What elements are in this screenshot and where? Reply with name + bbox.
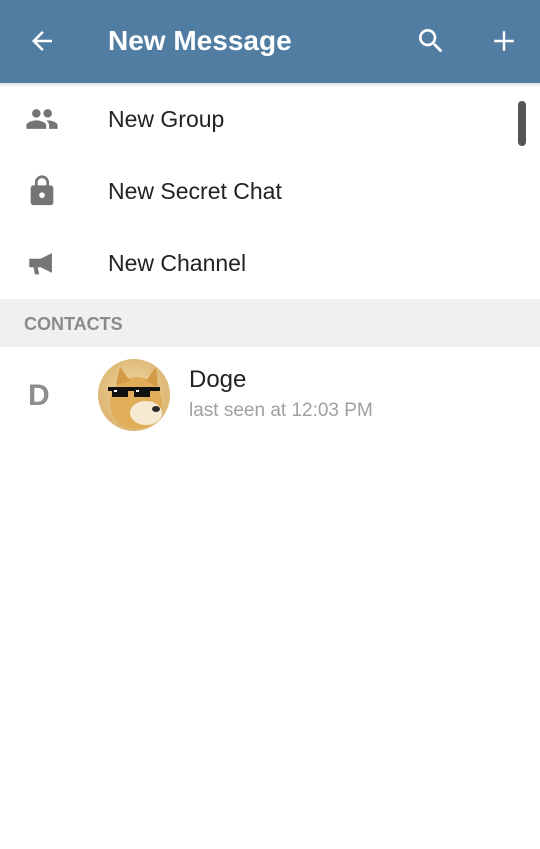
contact-name: Doge (189, 366, 247, 393)
new-group-label: New Group (108, 106, 225, 132)
contact-status: last seen at 12:03 PM (189, 400, 373, 421)
new-secret-chat-item[interactable]: New Secret Chat (0, 155, 540, 227)
new-channel-label: New Channel (108, 250, 247, 276)
group-icon (22, 101, 62, 137)
search-icon (419, 29, 443, 53)
new-message-screen: New Message New Group New Secret Chat Ne… (0, 0, 540, 849)
new-secret-chat-label: New Secret Chat (108, 178, 282, 204)
toolbar: New Message (0, 0, 540, 83)
megaphone-icon (22, 245, 62, 281)
contacts-section-header: CONTACTS (0, 299, 540, 347)
new-group-item[interactable]: New Group (0, 83, 540, 155)
page-title: New Message (108, 25, 292, 56)
new-channel-item[interactable]: New Channel (0, 227, 540, 299)
search-button[interactable] (406, 16, 456, 66)
arrow-back-icon (32, 31, 52, 51)
add-contact-button[interactable] (479, 16, 529, 66)
doge-avatar (98, 359, 170, 431)
back-button[interactable] (17, 16, 67, 66)
contacts-header-label: CONTACTS (24, 314, 123, 334)
section-letter: D (28, 379, 50, 412)
plus-icon (494, 31, 514, 51)
lock-icon (22, 173, 62, 209)
contact-row-doge[interactable]: D Doge last seen at 12:03 PM (0, 347, 540, 443)
scrollbar[interactable] (518, 101, 526, 146)
